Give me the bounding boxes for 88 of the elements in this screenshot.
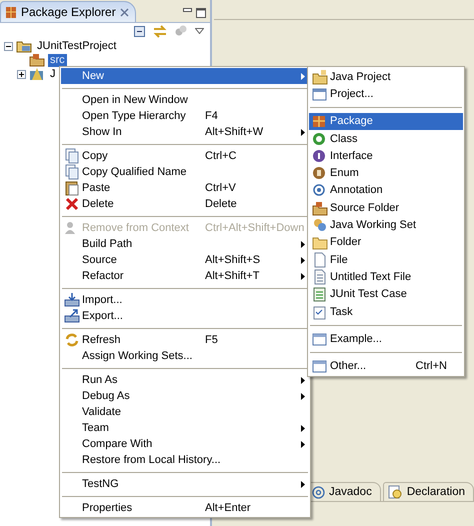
java-project-icon: [312, 68, 328, 85]
window-icon: [312, 330, 328, 347]
menu-item[interactable]: Export...: [61, 308, 309, 324]
copy-icon: [64, 164, 80, 180]
copy-icon: [64, 148, 80, 164]
view-title: Package Explorer: [21, 5, 116, 19]
menu-item[interactable]: Team: [61, 420, 309, 436]
menu-item[interactable]: Class: [309, 130, 463, 148]
class-icon: [312, 130, 328, 147]
clipboard-icon: [64, 180, 80, 196]
shortcut-label: Delete: [205, 198, 238, 210]
menu-item[interactable]: JUnit Test Case: [309, 286, 463, 303]
menu-item[interactable]: Refactor Alt+Shift+T: [61, 268, 309, 284]
library-icon: [29, 67, 45, 81]
collapse-icon[interactable]: [4, 42, 13, 50]
menu-item[interactable]: Java Working Set: [309, 216, 463, 234]
test-case-icon: [312, 286, 328, 302]
shortcut-label: Alt+Shift+W: [205, 126, 264, 138]
view-tab[interactable]: Declaration: [382, 482, 474, 501]
menu-item[interactable]: Example...: [309, 330, 463, 348]
expand-icon[interactable]: [17, 70, 26, 78]
window-icon: [312, 86, 328, 102]
menu-item[interactable]: Refresh F5: [61, 332, 309, 348]
menu-item[interactable]: Debug As: [61, 388, 309, 404]
menu-item[interactable]: Show In Alt+Shift+W: [61, 124, 309, 140]
menu-item[interactable]: TestNG: [61, 476, 309, 492]
project-folder-icon: [16, 39, 32, 53]
menu-item[interactable]: Open in New Window: [61, 92, 309, 108]
menu-item[interactable]: Enum: [309, 164, 463, 182]
enum-icon: [312, 165, 328, 182]
view-tab[interactable]: Package Explorer: [0, 1, 136, 22]
menu-item[interactable]: Restore from Local History...: [61, 452, 309, 468]
menu-item[interactable]: Open Type Hierarchy F4: [61, 108, 309, 124]
menu-item[interactable]: Package: [309, 112, 463, 130]
menu-item[interactable]: Validate: [61, 404, 309, 420]
menu-item[interactable]: New: [61, 68, 309, 84]
menu-item[interactable]: Build Path: [61, 236, 309, 252]
menu-item[interactable]: Delete Delete: [61, 196, 309, 212]
shortcut-label: F5: [205, 334, 219, 346]
shortcut-label: F4: [205, 110, 219, 122]
menu-item[interactable]: Import...: [61, 292, 309, 308]
menu-item[interactable]: Source Folder: [309, 199, 463, 216]
tree-item[interactable]: J: [48, 68, 58, 80]
delete-icon: [64, 196, 80, 212]
window-icon: [312, 358, 328, 374]
collapse-all-icon[interactable]: [134, 26, 145, 36]
shortcut-label: Alt+Shift+T: [205, 270, 260, 282]
menu-item[interactable]: Project...: [309, 85, 463, 103]
menu-item[interactable]: Untitled Text File: [309, 268, 463, 286]
shortcut-label: Alt+Shift+S: [205, 254, 262, 266]
menu-item[interactable]: Compare With: [61, 436, 309, 452]
menu-item[interactable]: Java Project: [309, 68, 463, 86]
menu-item[interactable]: Paste Ctrl+V: [61, 180, 309, 196]
menu-item[interactable]: Other... Ctrl+N: [309, 357, 463, 375]
source-folder-icon: [29, 53, 45, 67]
package-icon: [312, 113, 328, 130]
tree-item[interactable]: JUnitTestProject: [35, 40, 118, 52]
minimize-icon[interactable]: [182, 8, 192, 12]
menu-item[interactable]: Interface: [309, 147, 463, 164]
refresh-icon: [64, 332, 80, 348]
menu-item[interactable]: Properties Alt+Enter: [61, 500, 309, 516]
text-file-icon: [312, 268, 328, 285]
task-icon: [312, 304, 328, 320]
menu-item[interactable]: Assign Working Sets...: [61, 348, 309, 364]
menu-item[interactable]: Source Alt+Shift+S: [61, 252, 309, 268]
shortcut-label: Alt+Enter: [205, 502, 252, 514]
menu-item[interactable]: Copy Ctrl+C: [61, 148, 309, 164]
shortcut-label: Ctrl+N: [416, 360, 448, 372]
menu-item[interactable]: Run As: [61, 372, 309, 388]
shortcut-label: Ctrl+C: [205, 150, 238, 162]
close-icon[interactable]: [120, 8, 129, 16]
export-icon: [64, 308, 80, 324]
menu-item[interactable]: Task: [309, 302, 463, 320]
working-set-icon: [312, 217, 328, 234]
maximize-icon[interactable]: [196, 8, 206, 18]
shortcut-label: Ctrl+V: [205, 182, 237, 194]
source-folder-icon: [312, 200, 328, 216]
interface-icon: [312, 148, 328, 164]
menu-item[interactable]: Copy Qualified Name: [61, 164, 309, 180]
menu-item[interactable]: Annotation: [309, 182, 463, 200]
shortcut-label: Ctrl+Alt+Shift+Down: [205, 222, 306, 234]
menu-item[interactable]: File: [309, 250, 463, 268]
import-icon: [64, 292, 80, 308]
declaration-icon: [388, 484, 403, 500]
view-menu-icon[interactable]: [194, 28, 204, 34]
menu-item[interactable]: Folder: [309, 234, 463, 251]
tree-item[interactable]: src: [48, 54, 67, 66]
package-icon: [5, 6, 17, 18]
